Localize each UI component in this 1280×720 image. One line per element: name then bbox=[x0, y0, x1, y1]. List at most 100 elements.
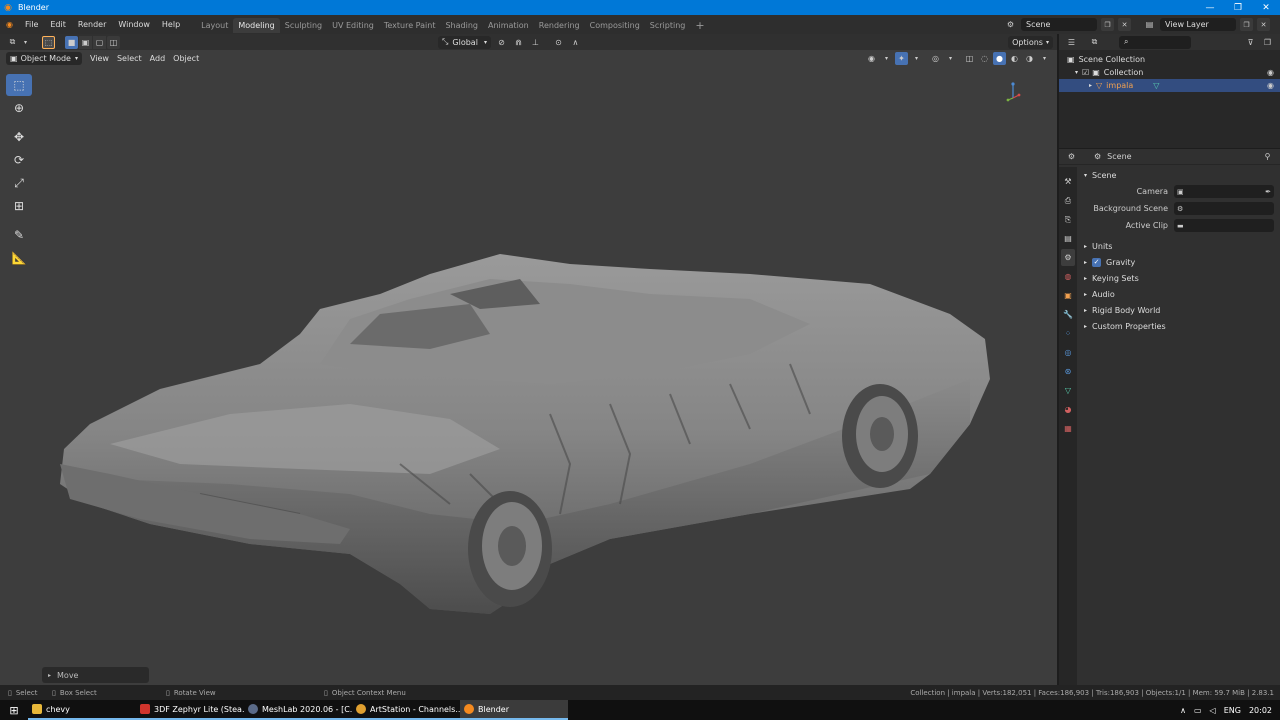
solid-shading-icon[interactable]: ● bbox=[993, 52, 1006, 65]
transform-tool-icon[interactable]: ⊞ bbox=[6, 195, 32, 217]
snap-icon[interactable]: ⋒ bbox=[512, 36, 525, 49]
annotate-tool-icon[interactable]: ✎ bbox=[6, 224, 32, 246]
options-dropdown[interactable]: Options ▾ bbox=[1008, 35, 1053, 49]
wireframe-shading-icon[interactable]: ◌ bbox=[978, 52, 991, 65]
new-view-layer-icon[interactable]: ❐ bbox=[1240, 18, 1253, 31]
chevron-down-icon[interactable]: ▾ bbox=[910, 52, 923, 65]
network-icon[interactable]: ▭ bbox=[1194, 706, 1202, 715]
delete-scene-icon[interactable]: ✕ bbox=[1118, 18, 1131, 31]
tab-compositing[interactable]: Compositing bbox=[585, 18, 645, 33]
outliner-row-scene-collection[interactable]: ▣ Scene Collection bbox=[1059, 53, 1280, 66]
filter-icon[interactable]: ⊽ bbox=[1244, 36, 1257, 49]
chevron-down-icon[interactable]: ▾ bbox=[1038, 52, 1051, 65]
windows-start-icon[interactable]: ⊞ bbox=[0, 700, 28, 720]
display-mode-icon[interactable]: ⧉ bbox=[1088, 36, 1101, 49]
visibility-icon[interactable]: ◉ bbox=[865, 52, 878, 65]
scene-icon[interactable]: ⚙ bbox=[1004, 18, 1017, 31]
language-indicator[interactable]: ENG bbox=[1224, 706, 1241, 715]
menu-add[interactable]: Add bbox=[146, 52, 170, 65]
delete-view-layer-icon[interactable]: ✕ bbox=[1257, 18, 1270, 31]
outliner-search-input[interactable]: ⌕ bbox=[1119, 35, 1191, 49]
mode-intersect-icon[interactable]: ◫ bbox=[107, 35, 120, 49]
world-tab-icon[interactable]: ◍ bbox=[1061, 268, 1075, 285]
menu-view[interactable]: View bbox=[86, 52, 113, 65]
outliner-editor-icon[interactable]: ☰ bbox=[1065, 36, 1078, 49]
tab-sculpting[interactable]: Sculpting bbox=[280, 18, 327, 33]
gravity-checkbox[interactable]: ✓ bbox=[1092, 257, 1102, 267]
eye-icon[interactable]: ◉ bbox=[1267, 81, 1274, 90]
panel-audio[interactable]: ▸ Audio bbox=[1078, 286, 1280, 302]
menu-help[interactable]: Help bbox=[156, 15, 186, 34]
render-tab-icon[interactable]: ⎙ bbox=[1061, 192, 1075, 209]
texture-tab-icon[interactable]: ▦ bbox=[1061, 420, 1075, 437]
panel-gravity[interactable]: ▸ ✓ Gravity bbox=[1078, 254, 1280, 270]
physics-tab-icon[interactable]: ◎ bbox=[1061, 344, 1075, 361]
scene-tab-icon[interactable]: ⚙ bbox=[1061, 249, 1075, 266]
rendered-shading-icon[interactable]: ◑ bbox=[1023, 52, 1036, 65]
material-tab-icon[interactable]: ◕ bbox=[1061, 401, 1075, 418]
data-tab-icon[interactable]: ▽ bbox=[1061, 382, 1075, 399]
background-scene-field[interactable]: ⚙ bbox=[1174, 202, 1274, 215]
mode-dropdown[interactable]: ▣ Object Mode ▾ bbox=[6, 52, 82, 65]
taskbar-item-chevy[interactable]: chevy bbox=[28, 700, 136, 720]
chevron-down-icon[interactable]: ▾ bbox=[880, 52, 893, 65]
view-layer-selector[interactable]: View Layer bbox=[1160, 18, 1236, 31]
car-mesh-impala[interactable] bbox=[50, 214, 1010, 654]
material-shading-icon[interactable]: ◐ bbox=[1008, 52, 1021, 65]
menu-window[interactable]: Window bbox=[112, 15, 156, 34]
select-tool-icon[interactable]: ⬚ bbox=[42, 35, 55, 49]
tab-uv-editing[interactable]: UV Editing bbox=[327, 18, 379, 33]
menu-edit[interactable]: Edit bbox=[44, 15, 72, 34]
view-layer-icon[interactable]: ▤ bbox=[1143, 18, 1156, 31]
panel-keying-sets[interactable]: ▸ Keying Sets bbox=[1078, 270, 1280, 286]
new-scene-icon[interactable]: ❐ bbox=[1101, 18, 1114, 31]
scene-selector[interactable]: Scene bbox=[1021, 18, 1097, 31]
mode-new-icon[interactable]: ■ bbox=[65, 35, 78, 49]
panel-units[interactable]: ▸ Units bbox=[1078, 238, 1280, 254]
blender-menu-icon[interactable]: ◉ bbox=[0, 15, 19, 34]
tab-modeling[interactable]: Modeling bbox=[233, 18, 280, 33]
tool-tab-icon[interactable]: ⚒ bbox=[1061, 173, 1075, 190]
add-workspace-icon[interactable]: + bbox=[690, 18, 709, 33]
taskbar-item-3df-zephyr[interactable]: 3DF Zephyr Lite (Stea... bbox=[136, 700, 244, 720]
rotate-tool-icon[interactable]: ⟳ bbox=[6, 149, 32, 171]
move-tool-icon[interactable]: ✥ bbox=[6, 126, 32, 148]
taskbar-item-blender[interactable]: Blender bbox=[460, 700, 568, 720]
properties-editor-icon[interactable]: ⚙ bbox=[1065, 150, 1078, 163]
scale-tool-icon[interactable]: ⤢ bbox=[6, 172, 32, 194]
mode-subtract-icon[interactable]: ▢ bbox=[93, 35, 106, 49]
eye-icon[interactable]: ◉ bbox=[1267, 68, 1274, 77]
clock[interactable]: 20:02 bbox=[1249, 706, 1272, 715]
particles-tab-icon[interactable]: ⁘ bbox=[1061, 325, 1075, 342]
overlays-icon[interactable]: ◎ bbox=[929, 52, 942, 65]
3d-viewport[interactable]: ⧉ ▾ ⬚ ■ ▣ ▢ ◫ ⤡ Global ▾ ⊘ ⋒ ⊥ ⊙ ∧ Optio… bbox=[0, 34, 1057, 685]
tab-layout[interactable]: Layout bbox=[196, 18, 233, 33]
tray-chevron-up-icon[interactable]: ∧ bbox=[1180, 706, 1186, 715]
minimize-button[interactable]: — bbox=[1196, 0, 1224, 15]
chevron-down-icon[interactable]: ▾ bbox=[19, 36, 32, 49]
editor-type-icon[interactable]: ⧉ bbox=[6, 36, 19, 49]
object-tab-icon[interactable]: ▣ bbox=[1061, 287, 1075, 304]
volume-icon[interactable]: ◁ bbox=[1210, 706, 1216, 715]
mode-extend-icon[interactable]: ▣ bbox=[79, 35, 92, 49]
measure-tool-icon[interactable]: 📐 bbox=[6, 247, 32, 269]
new-collection-icon[interactable]: ❐ bbox=[1261, 36, 1274, 49]
select-box-tool-icon[interactable]: ⬚ bbox=[6, 74, 32, 96]
tab-texture-paint[interactable]: Texture Paint bbox=[379, 18, 441, 33]
tab-shading[interactable]: Shading bbox=[440, 18, 483, 33]
tab-animation[interactable]: Animation bbox=[483, 18, 534, 33]
pin-icon[interactable]: ⚲ bbox=[1261, 150, 1274, 163]
pivot-point-icon[interactable]: ⊘ bbox=[495, 36, 508, 49]
menu-select[interactable]: Select bbox=[113, 52, 146, 65]
xray-icon[interactable]: ◫ bbox=[963, 52, 976, 65]
panel-custom-properties[interactable]: ▸ Custom Properties bbox=[1078, 318, 1280, 334]
eyedropper-icon[interactable]: ✒ bbox=[1265, 188, 1271, 196]
falloff-icon[interactable]: ∧ bbox=[569, 36, 582, 49]
panel-rigid-body-world[interactable]: ▸ Rigid Body World bbox=[1078, 302, 1280, 318]
panel-scene[interactable]: ▾ Scene bbox=[1078, 167, 1280, 183]
output-tab-icon[interactable]: ⎘ bbox=[1061, 211, 1075, 228]
cursor-tool-icon[interactable]: ⊕ bbox=[6, 97, 32, 119]
redo-panel-move[interactable]: ▸ Move bbox=[42, 667, 149, 683]
snap-target-icon[interactable]: ⊥ bbox=[529, 36, 542, 49]
close-button[interactable]: ✕ bbox=[1252, 0, 1280, 15]
